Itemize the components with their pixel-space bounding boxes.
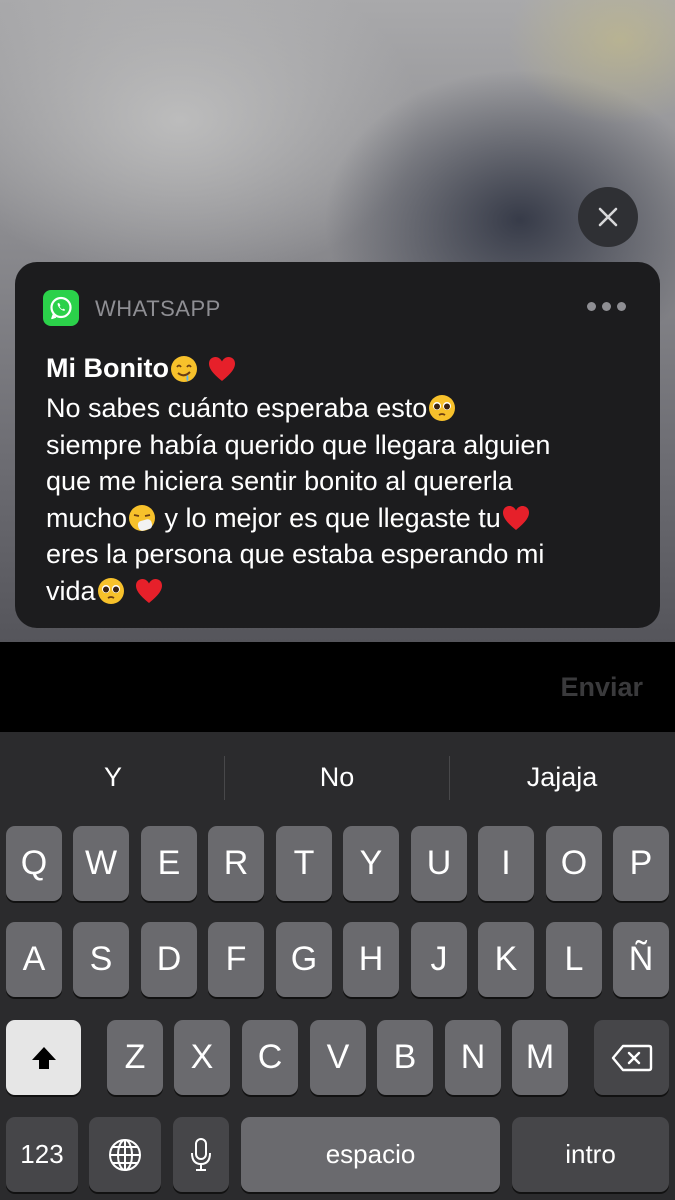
sender-name-row: Mi Bonito: [46, 353, 237, 384]
message-line: eres la persona que estaba esperando mi: [46, 536, 636, 573]
key-y[interactable]: Y: [343, 826, 399, 901]
keyboard: Y No Jajaja Q W E R T Y U I O P A S D F …: [0, 732, 675, 1200]
key-n[interactable]: N: [445, 1020, 501, 1095]
key-z[interactable]: Z: [107, 1020, 163, 1095]
key-d[interactable]: D: [141, 922, 197, 997]
key-k[interactable]: K: [478, 922, 534, 997]
globe-icon: [109, 1138, 141, 1171]
key-r[interactable]: R: [208, 826, 264, 901]
pleading-face-emoji-icon: [427, 393, 457, 423]
close-button[interactable]: [578, 187, 638, 247]
sender-name: Mi Bonito: [46, 353, 169, 383]
message-text: siempre había querido que llegara alguie…: [46, 429, 551, 460]
message-line: No sabes cuánto esperaba esto: [46, 390, 636, 427]
key-p[interactable]: P: [613, 826, 669, 901]
key-f[interactable]: F: [208, 922, 264, 997]
app-name: WHATSAPP: [95, 296, 221, 321]
message-text: No sabes cuánto esperaba esto: [46, 393, 428, 423]
key-b[interactable]: B: [377, 1020, 433, 1095]
reply-bar[interactable]: Enviar: [0, 642, 675, 732]
key-s[interactable]: S: [73, 922, 129, 997]
suggestion-divider: [224, 756, 225, 800]
suggestion-divider: [449, 756, 450, 800]
key-u[interactable]: U: [411, 826, 467, 901]
key-g[interactable]: G: [276, 922, 332, 997]
space-key[interactable]: espacio: [241, 1117, 500, 1192]
whatsapp-icon: [43, 290, 79, 326]
close-icon: [598, 207, 618, 227]
key-m[interactable]: M: [512, 1020, 568, 1095]
message-line: siempre había querido que llegara alguie…: [46, 427, 636, 464]
shift-key[interactable]: [6, 1020, 81, 1095]
red-heart-emoji-icon: [134, 576, 164, 606]
message-text: mucho: [46, 502, 128, 533]
message-line: mucho y lo mejor es que llegaste tu: [46, 500, 636, 537]
suggestion-1[interactable]: Y: [13, 762, 213, 793]
message-text: y lo mejor es que llegaste tu: [157, 502, 501, 533]
key-enye[interactable]: Ñ: [613, 922, 669, 997]
return-key[interactable]: intro: [512, 1117, 669, 1192]
key-l[interactable]: L: [546, 922, 602, 997]
message-text: eres la persona que estaba esperando mi: [46, 539, 545, 569]
red-heart-emoji-icon: [501, 503, 531, 533]
message-line: vida: [46, 573, 636, 610]
message-text: vida: [46, 575, 96, 606]
notification-card[interactable]: WHATSAPP Mi Bonito No sabes cuánto esper…: [15, 262, 660, 628]
key-x[interactable]: X: [174, 1020, 230, 1095]
key-e[interactable]: E: [141, 826, 197, 901]
key-o[interactable]: O: [546, 826, 602, 901]
drooling-face-emoji-icon: [169, 354, 199, 384]
key-t[interactable]: T: [276, 826, 332, 901]
message-body: No sabes cuánto esperaba esto siempre ha…: [46, 390, 636, 609]
more-options-icon[interactable]: [587, 302, 626, 311]
message-text: que me hiciera sentir bonito al quererla: [46, 466, 513, 496]
key-i[interactable]: I: [478, 826, 534, 901]
predictive-suggestions: Y No Jajaja: [0, 732, 675, 822]
key-a[interactable]: A: [6, 922, 62, 997]
pleading-face-emoji-icon: [96, 576, 126, 606]
delete-key[interactable]: [594, 1020, 669, 1095]
key-j[interactable]: J: [411, 922, 467, 997]
sneezing-face-emoji-icon: [127, 503, 157, 533]
key-c[interactable]: C: [242, 1020, 298, 1095]
key-q[interactable]: Q: [6, 826, 62, 901]
key-h[interactable]: H: [343, 922, 399, 997]
red-heart-emoji-icon: [207, 354, 237, 384]
backspace-icon: [611, 1044, 652, 1071]
globe-key[interactable]: [89, 1117, 161, 1192]
shift-arrow-icon: [31, 1046, 56, 1069]
suggestion-2[interactable]: No: [237, 762, 437, 793]
message-line: que me hiciera sentir bonito al quererla: [46, 463, 636, 500]
suggestion-3[interactable]: Jajaja: [462, 762, 662, 793]
dictation-key[interactable]: [173, 1117, 229, 1192]
key-w[interactable]: W: [73, 826, 129, 901]
microphone-icon: [191, 1137, 211, 1171]
send-button[interactable]: Enviar: [560, 672, 643, 703]
key-v[interactable]: V: [310, 1020, 366, 1095]
numbers-key[interactable]: 123: [6, 1117, 78, 1192]
